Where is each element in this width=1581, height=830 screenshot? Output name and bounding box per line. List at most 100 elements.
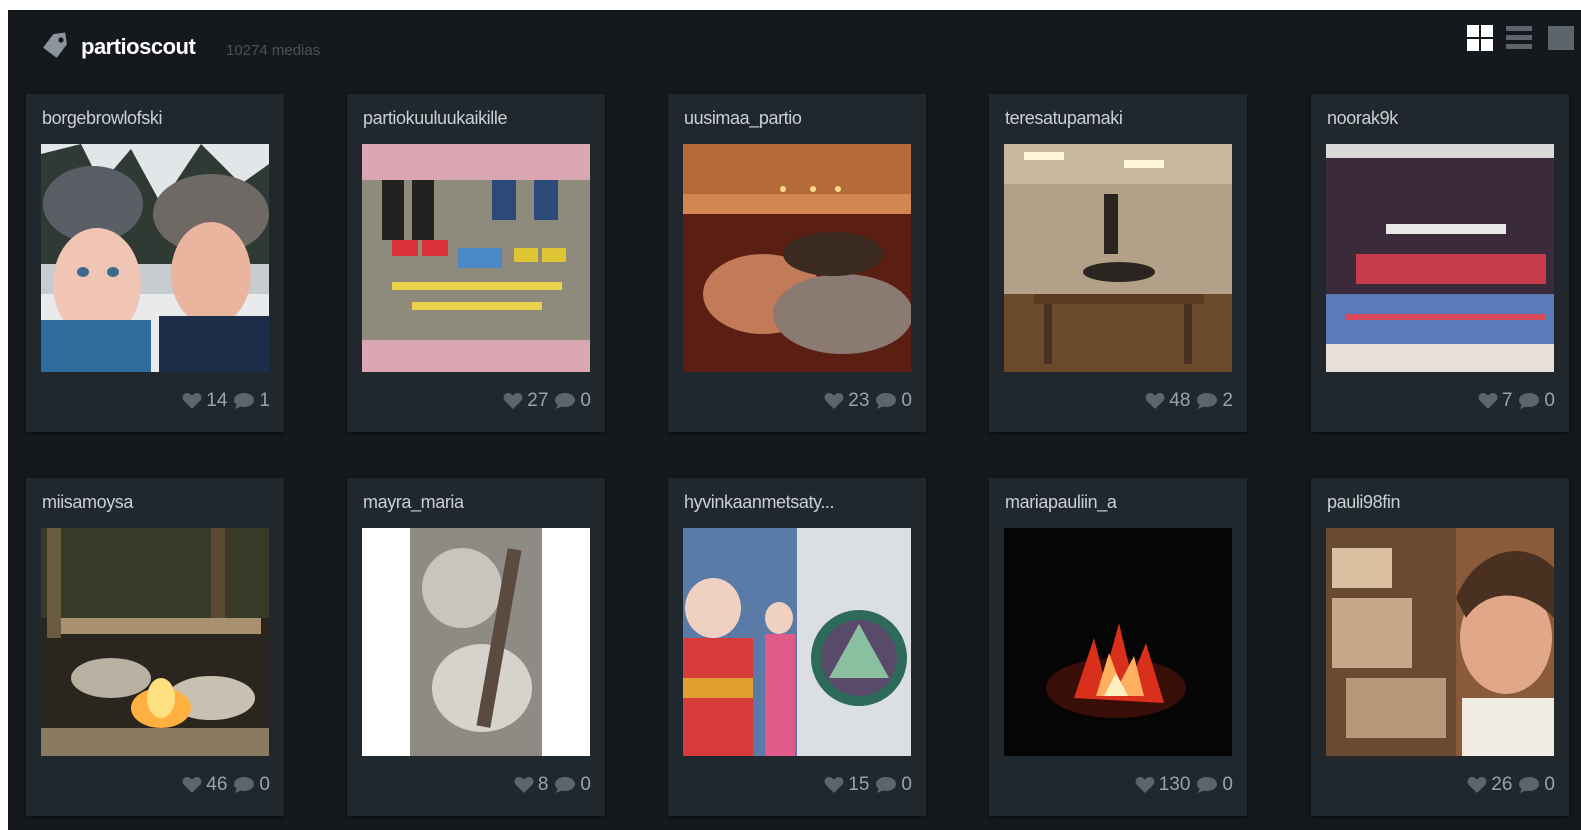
media-card[interactable]: hyvinkaanmetsaty... 15 0 bbox=[668, 478, 926, 816]
card-stats: 48 2 bbox=[1145, 390, 1233, 412]
media-count: 10274 medias bbox=[226, 42, 321, 59]
comment-icon bbox=[555, 393, 576, 409]
heart-icon bbox=[1467, 777, 1487, 793]
likes: 26 bbox=[1467, 774, 1512, 796]
like-count: 14 bbox=[206, 390, 228, 411]
comments: 0 bbox=[1518, 774, 1555, 796]
comments: 0 bbox=[875, 774, 912, 796]
card-username[interactable]: teresatupamaki bbox=[1005, 108, 1123, 129]
card-stats: 27 0 bbox=[503, 390, 591, 412]
comment-icon bbox=[1519, 777, 1540, 793]
card-stats: 130 0 bbox=[1135, 774, 1233, 796]
like-count: 8 bbox=[537, 774, 549, 795]
media-photo[interactable] bbox=[1004, 144, 1232, 372]
heart-icon bbox=[503, 393, 523, 409]
media-card[interactable]: borgebrowlofski 14 1 bbox=[26, 94, 284, 432]
likes: 7 bbox=[1478, 390, 1513, 412]
card-stats: 46 0 bbox=[182, 774, 270, 796]
media-photo[interactable] bbox=[41, 144, 269, 372]
comment-icon bbox=[1197, 777, 1218, 793]
like-count: 130 bbox=[1158, 774, 1191, 795]
comment-count: 0 bbox=[259, 774, 270, 795]
like-count: 46 bbox=[206, 774, 228, 795]
comment-count: 0 bbox=[1544, 390, 1555, 411]
comments: 0 bbox=[554, 774, 591, 796]
comment-count: 2 bbox=[1222, 390, 1233, 411]
likes: 8 bbox=[514, 774, 549, 796]
grid-view-icon[interactable] bbox=[1466, 24, 1494, 52]
card-stats: 26 0 bbox=[1467, 774, 1555, 796]
heart-icon bbox=[182, 393, 202, 409]
media-photo[interactable] bbox=[1326, 528, 1554, 756]
card-username[interactable]: miisamoysa bbox=[42, 492, 133, 513]
likes: 14 bbox=[182, 390, 227, 412]
extra-view-icon[interactable] bbox=[1546, 24, 1574, 52]
like-count: 15 bbox=[848, 774, 870, 795]
comments: 0 bbox=[1518, 390, 1555, 412]
media-photo[interactable] bbox=[1004, 528, 1232, 756]
heart-icon bbox=[182, 777, 202, 793]
likes: 27 bbox=[503, 390, 548, 412]
like-count: 23 bbox=[848, 390, 870, 411]
media-card[interactable]: pauli98fin 26 0 bbox=[1311, 478, 1569, 816]
media-photo[interactable] bbox=[362, 144, 590, 372]
likes: 130 bbox=[1135, 774, 1191, 796]
media-card[interactable]: partiokuuluukaikille 27 0 bbox=[347, 94, 605, 432]
comment-icon bbox=[876, 393, 897, 409]
comment-icon bbox=[234, 393, 255, 409]
media-photo[interactable] bbox=[683, 144, 911, 372]
comments: 0 bbox=[554, 390, 591, 412]
card-stats: 15 0 bbox=[824, 774, 912, 796]
media-card[interactable]: uusimaa_partio 23 0 bbox=[668, 94, 926, 432]
card-username[interactable]: borgebrowlofski bbox=[42, 108, 162, 129]
media-card[interactable]: teresatupamaki 48 2 bbox=[989, 94, 1247, 432]
comment-icon bbox=[234, 777, 255, 793]
likes: 23 bbox=[824, 390, 869, 412]
card-username[interactable]: mayra_maria bbox=[363, 492, 464, 513]
comment-icon bbox=[555, 777, 576, 793]
card-username[interactable]: mariapauliin_a bbox=[1005, 492, 1117, 513]
card-username[interactable]: pauli98fin bbox=[1327, 492, 1400, 513]
media-photo[interactable] bbox=[1326, 144, 1554, 372]
hashtag-title[interactable]: partioscout bbox=[81, 34, 196, 60]
media-photo[interactable] bbox=[683, 528, 911, 756]
comments: 0 bbox=[1196, 774, 1233, 796]
media-card[interactable]: miisamoysa 46 0 bbox=[26, 478, 284, 816]
heart-icon bbox=[824, 777, 844, 793]
media-card[interactable]: mariapauliin_a 130 0 bbox=[989, 478, 1247, 816]
comments: 0 bbox=[875, 390, 912, 412]
comment-icon bbox=[876, 777, 897, 793]
comments: 0 bbox=[233, 774, 270, 796]
comment-count: 0 bbox=[901, 774, 912, 795]
tag-icon bbox=[43, 32, 67, 58]
heart-icon bbox=[824, 393, 844, 409]
like-count: 7 bbox=[1501, 390, 1513, 411]
card-stats: 7 0 bbox=[1478, 390, 1555, 412]
card-username[interactable]: uusimaa_partio bbox=[684, 108, 802, 129]
media-card[interactable]: mayra_maria 8 0 bbox=[347, 478, 605, 816]
comment-count: 0 bbox=[580, 390, 591, 411]
comments: 2 bbox=[1196, 390, 1233, 412]
media-photo[interactable] bbox=[362, 528, 590, 756]
heart-icon bbox=[1145, 393, 1165, 409]
like-count: 48 bbox=[1169, 390, 1191, 411]
card-username[interactable]: hyvinkaanmetsaty... bbox=[684, 492, 835, 513]
heart-icon bbox=[1135, 777, 1155, 793]
media-browser: partioscout 10274 medias borgebrowlofski… bbox=[8, 10, 1581, 830]
comment-count: 0 bbox=[1544, 774, 1555, 795]
comment-count: 0 bbox=[901, 390, 912, 411]
card-username[interactable]: partiokuuluukaikille bbox=[363, 108, 507, 129]
comment-icon bbox=[1197, 393, 1218, 409]
card-username[interactable]: noorak9k bbox=[1327, 108, 1398, 129]
likes: 48 bbox=[1145, 390, 1190, 412]
comments: 1 bbox=[233, 390, 270, 412]
comment-count: 0 bbox=[580, 774, 591, 795]
card-stats: 14 1 bbox=[182, 390, 270, 412]
likes: 15 bbox=[824, 774, 869, 796]
likes: 46 bbox=[182, 774, 227, 796]
list-view-icon[interactable] bbox=[1505, 24, 1533, 52]
media-card[interactable]: noorak9k 7 0 bbox=[1311, 94, 1569, 432]
media-photo[interactable] bbox=[41, 528, 269, 756]
like-count: 27 bbox=[527, 390, 549, 411]
comment-count: 1 bbox=[259, 390, 270, 411]
